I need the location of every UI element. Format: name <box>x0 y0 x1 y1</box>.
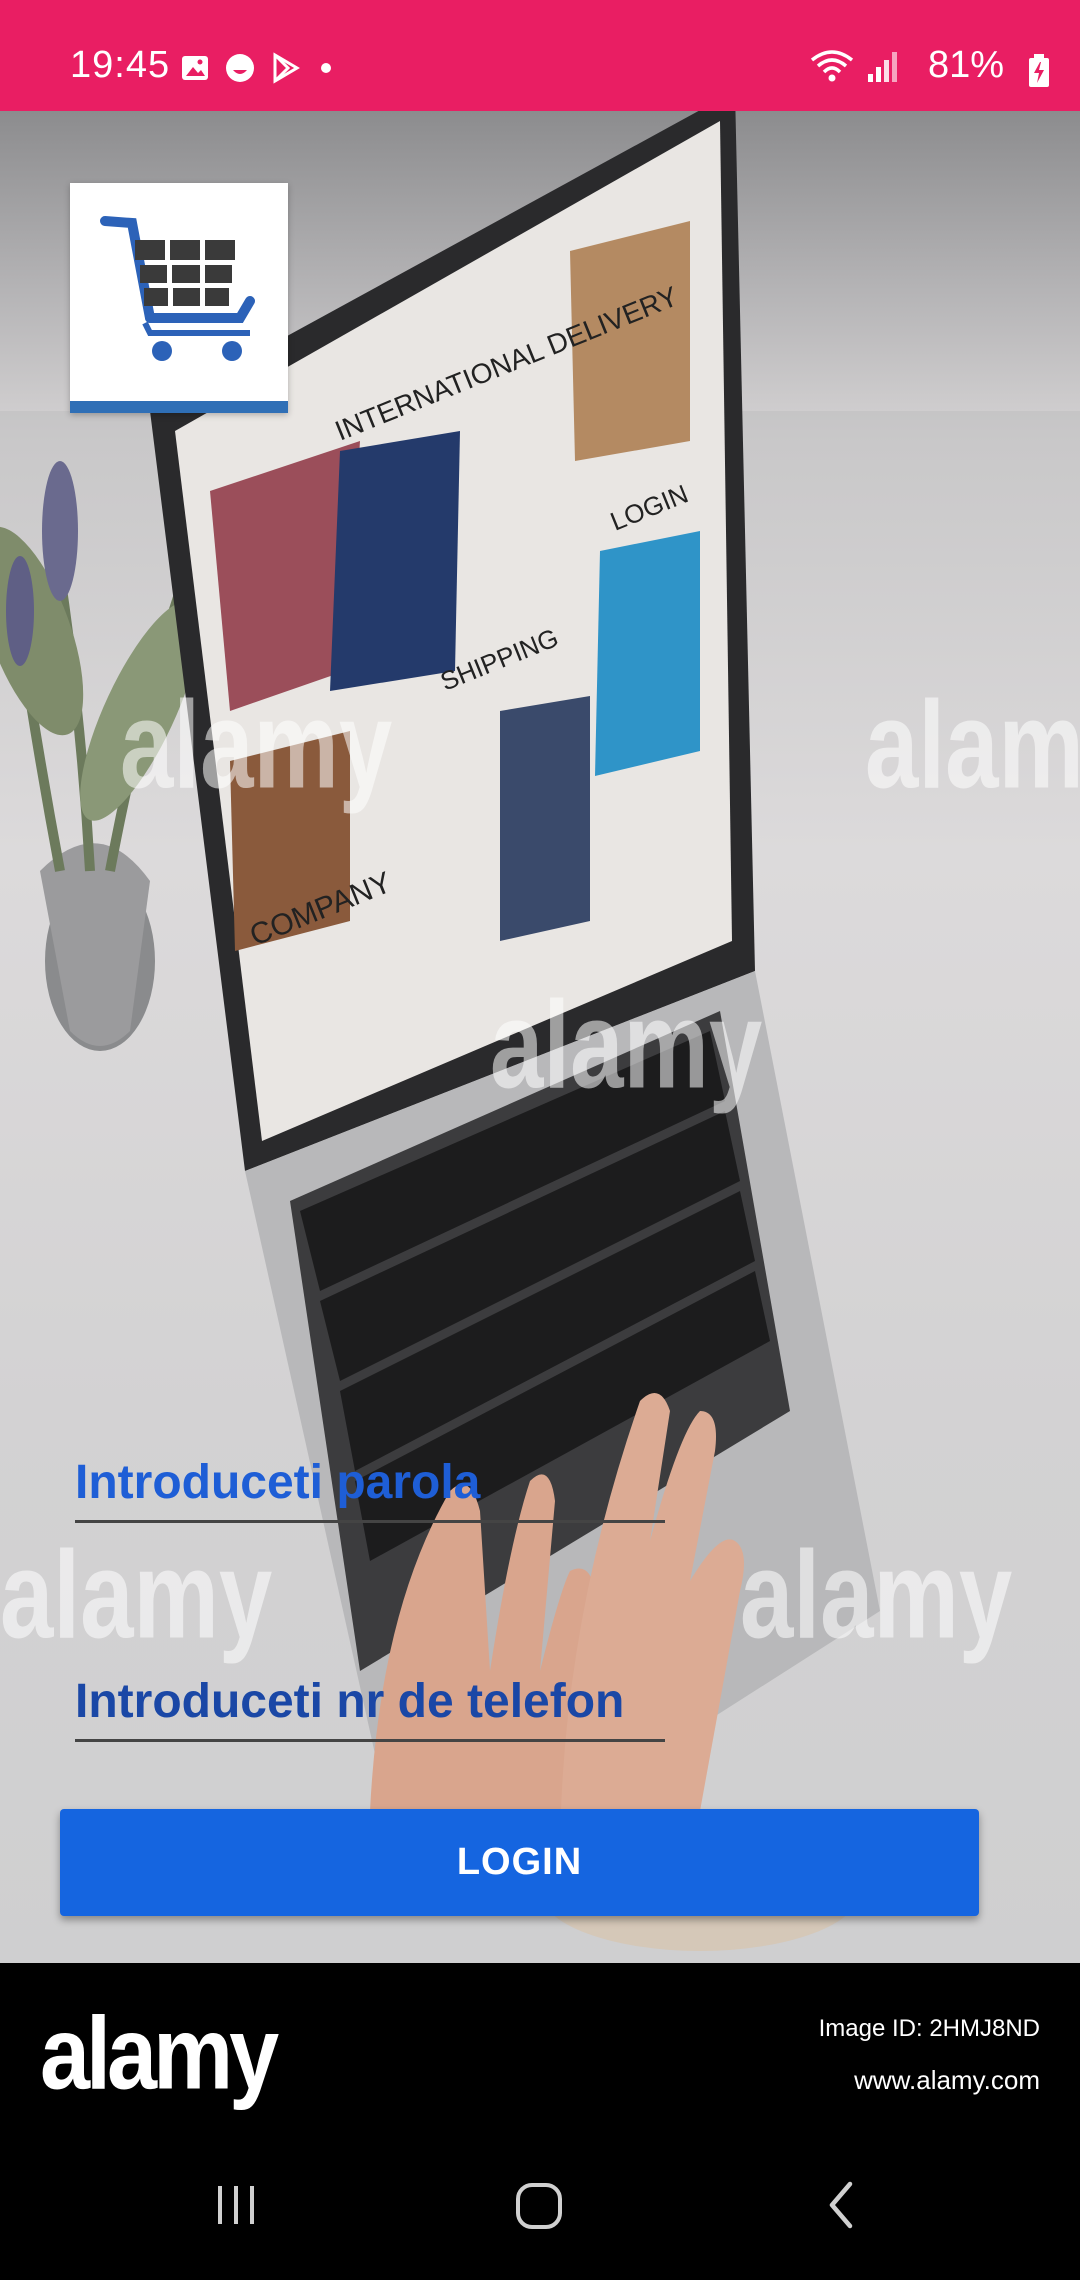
dot-icon <box>321 63 331 73</box>
footer-banner: alamy Image ID: 2HMJ8ND www.alamy.com <box>0 1963 1080 2280</box>
login-button[interactable]: LOGIN <box>60 1809 979 1916</box>
battery-percent: 81% <box>927 44 1004 86</box>
system-icons <box>810 50 900 84</box>
status-bar: 19:45 81% <box>0 0 1080 111</box>
wifi-icon <box>810 50 854 82</box>
watermark: alamy <box>740 1525 1013 1665</box>
shopping-cart-icon <box>100 216 255 361</box>
notification-icons <box>180 52 336 84</box>
phone-placeholder: Introduceti nr de telefon <box>75 1675 625 1728</box>
signal-icon <box>868 52 897 82</box>
watermark: alamy <box>490 975 763 1115</box>
play-store-icon <box>273 52 300 84</box>
back-icon[interactable] <box>820 2180 864 2230</box>
password-placeholder: Introduceti parola <box>75 1456 481 1509</box>
image-id: Image ID: 2HMJ8ND <box>818 2015 1040 2042</box>
cart-logo <box>70 183 288 413</box>
watermark: alamy <box>120 675 393 815</box>
home-icon[interactable] <box>513 2180 565 2232</box>
alamy-logo: alamy <box>40 1996 279 2112</box>
status-time: 19:45 <box>70 44 171 86</box>
battery-charging-icon <box>1029 54 1049 87</box>
watermark: alamy <box>0 1525 273 1665</box>
recent-apps-icon[interactable] <box>212 2180 262 2230</box>
face-icon <box>226 54 254 82</box>
phone-field[interactable]: Introduceti nr de telefon <box>75 1659 665 1742</box>
login-screen: 19:45 81% INTERNATIONAL DELIVERY LOGIN S… <box>0 0 1080 2280</box>
watermark: alamy <box>865 675 1080 815</box>
image-icon <box>182 56 208 80</box>
site-url: www.alamy.com <box>854 2065 1040 2095</box>
logo-strip <box>70 401 288 413</box>
password-field[interactable]: Introduceti parola <box>75 1440 665 1523</box>
